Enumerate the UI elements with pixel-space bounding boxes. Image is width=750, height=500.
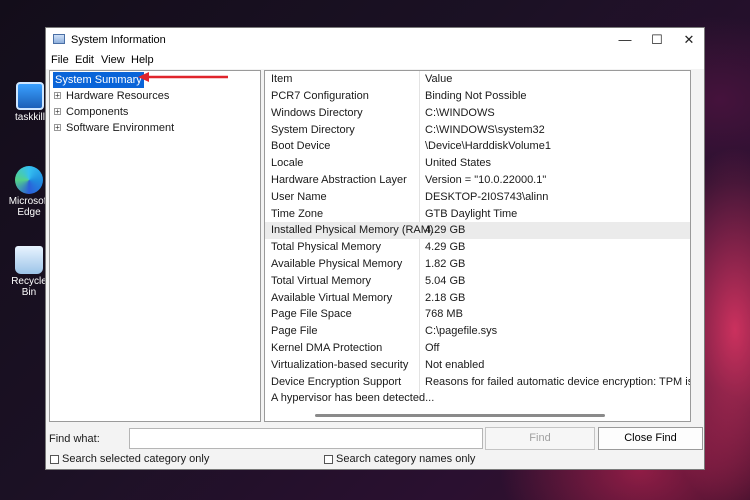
recycle-bin-icon [15,246,43,274]
find-what-input[interactable] [129,428,483,449]
details-list: Item Value PCR7 Configuration Binding Not… [264,70,691,422]
tree-item-software-environment[interactable]: + Software Environment [50,120,250,136]
search-category-names-checkbox[interactable] [324,455,333,464]
row-item-cell: PCR7 Configuration [271,90,369,102]
tree-item-label: Hardware Resources [66,90,170,102]
table-row[interactable]: Total Physical Memory 4.29 GB [265,239,690,256]
row-value-cell: 5.04 GB [425,274,466,287]
table-row[interactable]: Available Physical Memory 1.82 GB [265,256,690,273]
search-selected-category-label[interactable]: Search selected category only [62,453,209,465]
tree-item-system-summary[interactable]: System Summary [53,72,144,88]
table-row[interactable]: Kernel DMA Protection Off [265,340,690,357]
row-item-cell: Device Encryption Support [271,375,402,388]
row-value-cell: Not enabled [425,358,485,371]
row-value-cell: 4.29 GB [425,224,466,237]
row-value-cell: GTB Daylight Time [425,207,518,220]
row-value-cell: 4.29 GB [425,241,466,254]
horizontal-scroll-thumb[interactable] [315,414,605,417]
desktop-icon-label: taskkill [14,112,45,123]
table-row[interactable]: Total Virtual Memory 5.04 GB [265,273,690,290]
row-item-cell: User Name [271,190,327,203]
desktop-icon-label: Recycle Bin [11,276,47,298]
table-row[interactable]: Hardware Abstraction Layer Version = "10.… [265,172,690,189]
shortcut-icon [16,82,44,110]
table-row[interactable]: Locale United States [265,155,690,172]
find-button[interactable]: Find [485,427,595,450]
row-value-cell: United States [425,157,492,170]
row-item-cell: Virtualization-based security [271,358,409,371]
expand-icon[interactable]: + [54,92,61,100]
tree-item-hardware-resources[interactable]: + Hardware Resources [50,88,250,104]
annotation-arrow-icon [138,72,228,82]
row-item-cell: System Directory [271,123,355,136]
table-row[interactable]: Virtualization-based security Not enabled [265,357,690,374]
expand-icon[interactable]: + [54,124,61,132]
table-row[interactable]: Installed Physical Memory (RAM) 4.29 GB [265,222,690,240]
row-item-cell: A hypervisor has been detected... [271,392,435,405]
menu-help[interactable]: Help [131,54,154,66]
row-item-cell: Total Virtual Memory [271,274,372,287]
row-value-cell: Off [425,342,440,354]
table-row[interactable]: Device Encryption Support Reasons for fai… [265,374,690,391]
row-item-cell: Windows Directory [271,106,363,119]
menu-bar: File Edit View Help [46,52,704,69]
table-row[interactable]: User Name DESKTOP-2I0S743\alinn [265,189,690,206]
row-value-cell: C:\WINDOWS\system32 [425,123,545,136]
table-row[interactable]: Page File C:\pagefile.sys [265,323,690,340]
edge-icon [15,166,43,194]
row-item-cell: Available Virtual Memory [271,291,393,304]
close-find-button[interactable]: Close Find [598,427,703,450]
maximize-button[interactable]: ☐ [640,28,674,52]
expand-icon[interactable]: + [54,108,61,116]
row-value-cell: Version = "10.0.22000.1" [425,174,547,186]
search-category-names-label[interactable]: Search category names only [336,453,475,465]
search-selected-category-checkbox[interactable] [50,455,59,464]
row-value-cell: 2.18 GB [425,291,466,304]
column-header-item[interactable]: Item [271,73,292,85]
title-bar[interactable]: System Information — ☐ ✕ [46,28,704,52]
row-item-cell: Locale [271,157,304,170]
row-item-cell: Installed Physical Memory (RAM) [271,224,434,237]
table-row[interactable]: Windows Directory C:\WINDOWS [265,105,690,122]
close-button[interactable]: ✕ [672,28,706,52]
row-value-cell: 1.82 GB [425,258,466,270]
menu-view[interactable]: View [101,54,125,66]
table-row[interactable]: System Directory C:\WINDOWS\system32 [265,122,690,139]
table-row[interactable]: A hypervisor has been detected... [265,390,690,407]
row-item-cell: Available Physical Memory [271,258,403,270]
tree-item-label: Software Environment [66,122,175,134]
row-value-cell: C:\WINDOWS [425,106,495,119]
row-item-cell: Kernel DMA Protection [271,342,383,354]
row-value-cell: C:\pagefile.sys [425,325,498,338]
row-value-cell: \Device\HarddiskVolume1 [425,140,551,153]
row-item-cell: Boot Device [271,140,331,153]
table-row[interactable]: Available Virtual Memory 2.18 GB [265,290,690,307]
menu-file[interactable]: File [51,54,69,66]
row-value-cell: Reasons for failed automatic device encr… [425,375,691,388]
list-header: Item Value [265,71,690,88]
row-item-cell: Page File Space [271,308,352,321]
row-item-cell: Page File [271,325,318,338]
menu-edit[interactable]: Edit [75,54,94,66]
tree-item-label: Components [66,106,129,118]
table-row[interactable]: Time Zone GTB Daylight Time [265,206,690,223]
row-item-cell: Hardware Abstraction Layer [271,174,407,186]
system-information-icon [53,34,65,44]
table-row[interactable]: Page File Space 768 MB [265,306,690,323]
row-value-cell: DESKTOP-2I0S743\alinn [425,190,549,203]
table-row[interactable]: PCR7 Configuration Binding Not Possible [265,88,690,105]
tree-item-components[interactable]: + Components [50,104,250,120]
find-what-label: Find what: [49,433,100,445]
table-row[interactable]: Boot Device \Device\HarddiskVolume1 [265,138,690,155]
minimize-button[interactable]: — [608,28,642,52]
row-value-cell: 768 MB [425,308,463,321]
row-item-cell: Total Physical Memory [271,241,382,254]
category-tree: System Summary + Hardware Resources + Co… [49,70,261,422]
window-title: System Information [71,34,166,46]
row-item-cell: Time Zone [271,207,324,220]
row-value-cell: Binding Not Possible [425,90,527,102]
column-header-value[interactable]: Value [425,73,452,85]
system-information-window: System Information — ☐ ✕ File Edit View … [45,27,705,470]
desktop-icon-label: Microsoft Edge [8,196,50,218]
